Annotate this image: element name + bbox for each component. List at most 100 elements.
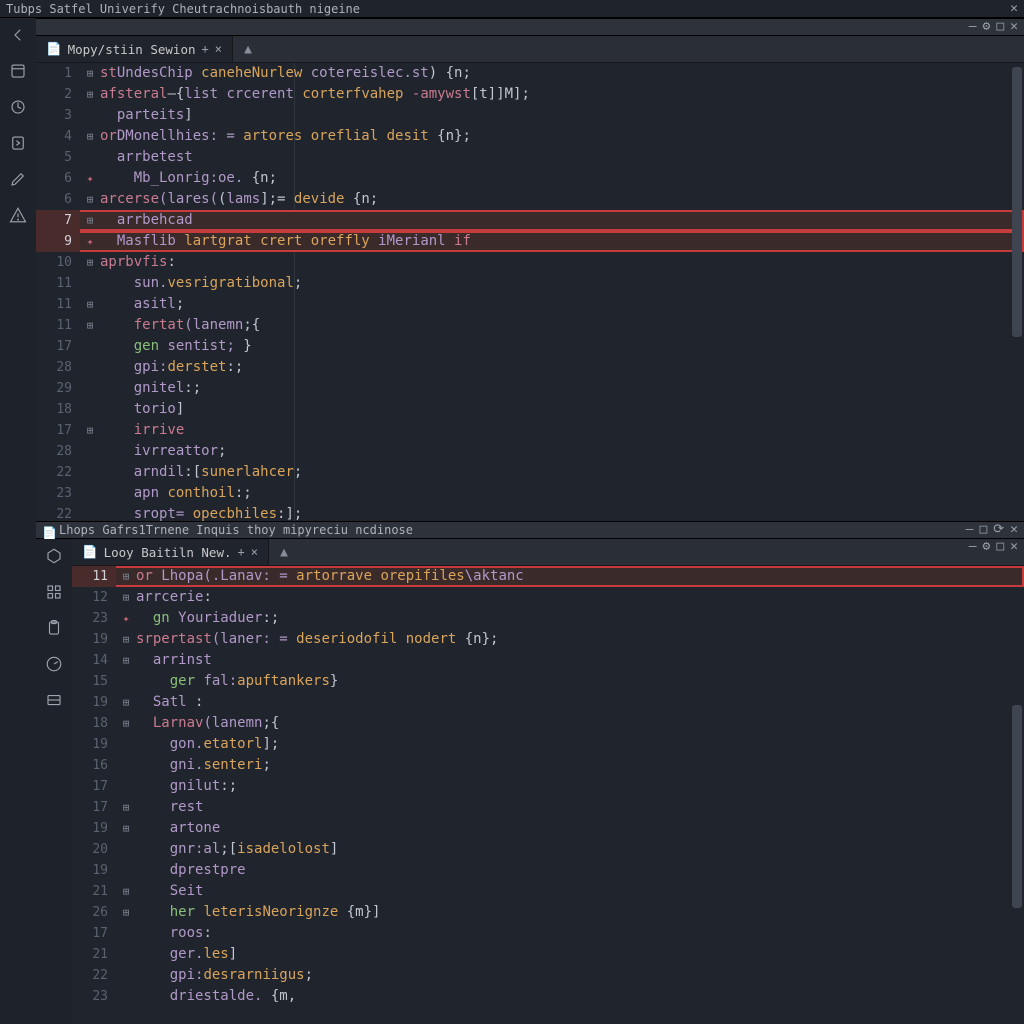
fold-toggle-icon[interactable]: ⊞ xyxy=(80,126,100,147)
code-line[interactable]: 23 driestalde. {m, xyxy=(72,986,1024,1007)
code-line[interactable]: 10⊞aprbvfis: xyxy=(36,252,1024,273)
code-line[interactable]: 2⊞afsteral—{list crcerent corterfvahep -… xyxy=(36,84,1024,105)
fold-toggle-icon[interactable]: ⊞ xyxy=(80,252,100,273)
fold-toggle-icon[interactable]: ⊞ xyxy=(80,189,100,210)
code-line[interactable]: 3 parteits] xyxy=(36,105,1024,126)
tab-add-icon[interactable]: + xyxy=(202,42,209,56)
code-line[interactable]: 19 gon.etatorl]; xyxy=(72,734,1024,755)
code-line[interactable]: 6⊞arcerse(lares((lams];= devide {n; xyxy=(36,189,1024,210)
pane2-sync-icon[interactable]: ⟳ xyxy=(993,521,1004,539)
tab-close-icon[interactable]: × xyxy=(215,42,222,56)
pane2-tab[interactable]: 📄 Looy Baitiln New. + × xyxy=(72,539,269,565)
keypad-icon[interactable] xyxy=(43,581,65,603)
pane1-editor[interactable]: 1⊞stUndesChip caneheNurlew cotereislec.s… xyxy=(36,63,1024,521)
code-line[interactable]: 26⊞ her leterisNeorignze {m}] xyxy=(72,902,1024,923)
pane1-minimize-icon[interactable]: – xyxy=(969,18,977,36)
pane2-editor-close-icon[interactable]: ✕ xyxy=(1010,539,1018,565)
code-line[interactable]: 22 arndil:[sunerlahcer; xyxy=(36,462,1024,483)
code-line[interactable]: 9✦ Masflib lartgrat crert oreffly iMeria… xyxy=(36,231,1024,252)
code-line[interactable]: 4⊞orDMonellhies: = artores oreflial desi… xyxy=(36,126,1024,147)
pen-icon[interactable] xyxy=(7,168,29,190)
fold-toggle-icon[interactable]: ⊞ xyxy=(80,315,100,336)
pane2-close-icon[interactable]: ✕ xyxy=(1010,521,1018,539)
code-line[interactable]: 21 ger.les] xyxy=(72,944,1024,965)
code-line[interactable]: 17 gnilut:; xyxy=(72,776,1024,797)
hex-icon[interactable] xyxy=(43,545,65,567)
pane1-close-icon[interactable]: ✕ xyxy=(1010,18,1018,36)
code-line[interactable]: 19 dprestpre xyxy=(72,860,1024,881)
fold-toggle-icon[interactable]: ⊞ xyxy=(80,420,100,441)
code-line[interactable]: 29 gnitel:; xyxy=(36,378,1024,399)
gauge-icon[interactable] xyxy=(43,653,65,675)
pane2-editor-minimize-icon[interactable]: – xyxy=(969,539,977,565)
code-line[interactable]: 19⊞ artone xyxy=(72,818,1024,839)
fold-toggle-icon[interactable]: ⊞ xyxy=(80,210,100,231)
code-line[interactable]: 17 gen sentist; } xyxy=(36,336,1024,357)
sync-icon[interactable] xyxy=(7,96,29,118)
tab-close-icon[interactable]: × xyxy=(251,545,258,559)
diff-marker-icon[interactable]: ✦ xyxy=(116,608,136,629)
fold-toggle-icon[interactable]: ⊞ xyxy=(116,629,136,650)
pane1-max-icon[interactable]: □ xyxy=(996,18,1004,36)
titlebar-close-icon[interactable]: ✕ xyxy=(1010,0,1018,18)
fold-toggle-icon[interactable]: ⊞ xyxy=(116,587,136,608)
diff-marker-icon[interactable]: ✦ xyxy=(80,168,100,189)
fold-toggle-icon[interactable]: ⊞ xyxy=(116,881,136,902)
code-line[interactable]: 11⊞ asitl; xyxy=(36,294,1024,315)
code-line[interactable]: 28 ivrreattor; xyxy=(36,441,1024,462)
pane2-editor-settings-icon[interactable]: ⚙ xyxy=(983,539,991,565)
code-line[interactable]: 23 apn conthoil:; xyxy=(36,483,1024,504)
fold-toggle-icon[interactable]: ⊞ xyxy=(80,63,100,84)
code-line[interactable]: 11 sun.vesrigratibonal; xyxy=(36,273,1024,294)
pane2-editor[interactable]: ✕ 11⊞or Lhopa(.Lanav: = artorrave orepif… xyxy=(72,566,1024,1024)
fold-toggle-icon[interactable]: ⊞ xyxy=(80,84,100,105)
code-line[interactable]: 7⊞ arrbehcad xyxy=(36,210,1024,231)
code-line[interactable]: 17⊞ irrive xyxy=(36,420,1024,441)
diff-marker-icon[interactable]: ✦ xyxy=(80,231,100,252)
pane2-editor-max-icon[interactable]: □ xyxy=(996,539,1004,565)
layout-icon[interactable] xyxy=(43,689,65,711)
pane2-max-icon[interactable]: □ xyxy=(979,521,987,539)
fold-toggle-icon[interactable]: ⊞ xyxy=(116,650,136,671)
code-line[interactable]: 21⊞ Seit xyxy=(72,881,1024,902)
pane1-settings-icon[interactable]: ⚙ xyxy=(983,18,991,36)
fold-toggle-icon[interactable]: ⊞ xyxy=(116,566,136,587)
code-line[interactable]: 18 torio] xyxy=(36,399,1024,420)
code-line[interactable]: 19⊞ Satl : xyxy=(72,692,1024,713)
code-line[interactable]: 14⊞ arrinst xyxy=(72,650,1024,671)
code-line[interactable]: 1⊞stUndesChip caneheNurlew cotereislec.s… xyxy=(36,63,1024,84)
code-line[interactable]: 20 gnr:al;[isadelolost] xyxy=(72,839,1024,860)
pane1-tab[interactable]: 📄 Mopy/stiin Sewion + × xyxy=(36,36,233,62)
pane1-vscrollbar[interactable] xyxy=(1012,67,1022,517)
code-line[interactable]: 12⊞arrcerie: xyxy=(72,587,1024,608)
code-line[interactable]: 6✦ Mb_Lonrig:oe. {n; xyxy=(36,168,1024,189)
code-line[interactable]: 17⊞ rest xyxy=(72,797,1024,818)
code-line[interactable]: 11⊞or Lhopa(.Lanav: = artorrave orepifil… xyxy=(72,566,1024,587)
tab-warning-icon[interactable]: ▲ xyxy=(233,36,263,62)
fold-toggle-icon[interactable]: ⊞ xyxy=(116,797,136,818)
warning-icon[interactable] xyxy=(7,204,29,226)
fold-toggle-icon[interactable]: ⊞ xyxy=(116,818,136,839)
explorer-icon[interactable] xyxy=(7,60,29,82)
tab-warning-icon[interactable]: ▲ xyxy=(269,539,299,565)
pane2-vscrollbar[interactable] xyxy=(1012,570,1022,1020)
code-line[interactable]: 22 gpi:desrarniigus; xyxy=(72,965,1024,986)
code-line[interactable]: 19⊞srpertast(laner: = deseriodofil noder… xyxy=(72,629,1024,650)
pane2-minimize-icon[interactable]: – xyxy=(966,521,974,539)
code-line[interactable]: 16 gni.senteri; xyxy=(72,755,1024,776)
fold-toggle-icon[interactable]: ⊞ xyxy=(116,902,136,923)
code-line[interactable]: 18⊞ Larnav(lanemn;{ xyxy=(72,713,1024,734)
code-line[interactable]: 17 roos: xyxy=(72,923,1024,944)
code-line[interactable]: 5 arrbetest xyxy=(36,147,1024,168)
clipboard-icon[interactable] xyxy=(43,617,65,639)
run-icon[interactable] xyxy=(7,132,29,154)
code-line[interactable]: 11⊞ fertat(lanemn;{ xyxy=(36,315,1024,336)
chevron-left-icon[interactable] xyxy=(7,24,29,46)
fold-toggle-icon[interactable]: ⊞ xyxy=(116,713,136,734)
code-line[interactable]: 23✦ gn Youriaduer:; xyxy=(72,608,1024,629)
fold-toggle-icon[interactable]: ⊞ xyxy=(116,692,136,713)
fold-toggle-icon[interactable]: ⊞ xyxy=(80,294,100,315)
code-line[interactable]: 28 gpi:derstet:; xyxy=(36,357,1024,378)
code-line[interactable]: 15 ger fal:apuftankers} xyxy=(72,671,1024,692)
code-line[interactable]: 22 sropt= opecbhiles:]; xyxy=(36,504,1024,521)
